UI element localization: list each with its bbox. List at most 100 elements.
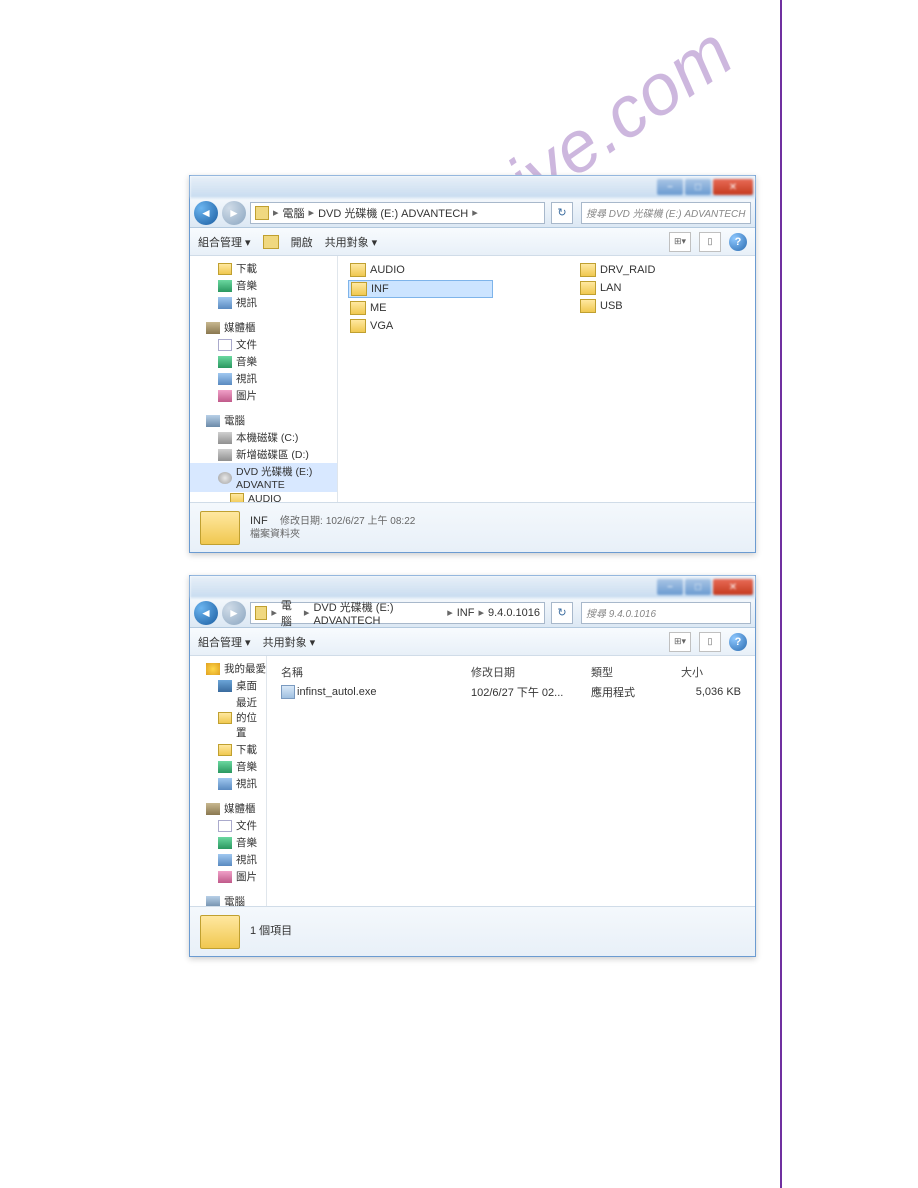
tree-item-computer[interactable]: 電腦: [190, 893, 266, 906]
folder-icon: [580, 281, 596, 295]
tree-item-libraries[interactable]: 媒體櫃: [190, 319, 337, 336]
file-row[interactable]: infinst_autol.exe 102/6/27 下午 02... 應用程式…: [277, 682, 745, 702]
maximize-button[interactable]: □: [685, 179, 711, 195]
organize-menu[interactable]: 組合管理 ▾: [198, 634, 251, 650]
search-input[interactable]: 搜尋 DVD 光碟機 (E:) ADVANTECH: [581, 202, 751, 224]
folder-icon: [255, 206, 269, 220]
tree-item-videos[interactable]: 視訊: [190, 775, 266, 792]
folder-item-me[interactable]: ME: [348, 300, 493, 316]
tree-item-computer[interactable]: 電腦: [190, 412, 337, 429]
breadcrumb-seg[interactable]: DVD 光碟機 (E:) ADVANTECH: [318, 205, 468, 221]
details-pane: 1 個項目: [190, 906, 755, 956]
breadcrumb[interactable]: ▸ 電腦 ▸ DVD 光碟機 (E:) ADVANTECH ▸: [250, 202, 545, 224]
share-menu[interactable]: 共用對象 ▾: [325, 234, 378, 250]
tree-item-downloads[interactable]: 下載: [190, 741, 266, 758]
tree-item-dvd[interactable]: DVD 光碟機 (E:) ADVANTE: [190, 463, 337, 492]
breadcrumb-seg[interactable]: 電腦: [281, 597, 300, 629]
video-icon: [218, 373, 232, 385]
chevron-right-icon: ▸: [304, 606, 310, 619]
tree-item-documents[interactable]: 文件: [190, 817, 266, 834]
help-icon[interactable]: ?: [729, 633, 747, 651]
tree-item-audio[interactable]: AUDIO: [190, 492, 337, 502]
open-button[interactable]: 開啟: [291, 234, 313, 250]
forward-button[interactable]: ►: [222, 601, 246, 625]
tree-item-favorites[interactable]: 我的最愛: [190, 660, 266, 677]
folder-item-vga[interactable]: VGA: [348, 318, 493, 334]
tree-item-pictures[interactable]: 圖片: [190, 387, 337, 404]
chevron-right-icon: ▸: [309, 206, 315, 219]
minimize-button[interactable]: −: [657, 579, 683, 595]
titlebar: − □ ✕: [190, 576, 755, 598]
folder-item-lan[interactable]: LAN: [578, 280, 723, 296]
folder-item-audio[interactable]: AUDIO: [348, 262, 493, 278]
maximize-button[interactable]: □: [685, 579, 711, 595]
close-button[interactable]: ✕: [713, 179, 753, 195]
tree-item-music[interactable]: 音樂: [190, 277, 337, 294]
tree-item-desktop[interactable]: 桌面: [190, 677, 266, 694]
organize-menu[interactable]: 組合管理 ▾: [198, 234, 251, 250]
folder-item-inf[interactable]: INF: [348, 280, 493, 298]
file-name: infinst_autol.exe: [297, 686, 377, 698]
tree-item-drive-d[interactable]: 新增磁碟區 (D:): [190, 446, 337, 463]
tree-item-downloads[interactable]: 下載: [190, 260, 337, 277]
breadcrumb-seg[interactable]: DVD 光碟機 (E:) ADVANTECH: [313, 599, 443, 627]
col-type[interactable]: 類型: [591, 664, 671, 680]
breadcrumb[interactable]: ▸ 電腦 ▸ DVD 光碟機 (E:) ADVANTECH ▸ INF ▸ 9.…: [250, 602, 545, 624]
file-type: 應用程式: [591, 684, 671, 700]
col-date[interactable]: 修改日期: [471, 664, 581, 680]
drive-icon: [218, 432, 232, 444]
tree-item-lib-music[interactable]: 音樂: [190, 353, 337, 370]
folder-item-drv-raid[interactable]: DRV_RAID: [578, 262, 723, 278]
preview-pane-button[interactable]: ▯: [699, 632, 721, 652]
col-size[interactable]: 大小: [681, 664, 741, 680]
column-headers: 名稱 修改日期 類型 大小: [277, 662, 745, 682]
breadcrumb-seg[interactable]: INF: [457, 607, 475, 619]
forward-button[interactable]: ►: [222, 201, 246, 225]
details-count: 1 個項目: [250, 925, 292, 937]
refresh-button[interactable]: ↻: [551, 602, 573, 624]
share-menu[interactable]: 共用對象 ▾: [263, 634, 316, 650]
view-button[interactable]: ⊞▾: [669, 632, 691, 652]
nav-bar: ◄ ► ▸ 電腦 ▸ DVD 光碟機 (E:) ADVANTECH ▸ INF …: [190, 598, 755, 628]
music-icon: [218, 761, 232, 773]
help-icon[interactable]: ?: [729, 233, 747, 251]
folder-icon: [230, 493, 244, 502]
details-name: INF: [250, 515, 268, 527]
close-button[interactable]: ✕: [713, 579, 753, 595]
picture-icon: [218, 871, 232, 883]
video-icon: [218, 854, 232, 866]
breadcrumb-seg[interactable]: 9.4.0.1016: [488, 607, 540, 619]
tree-item-pictures[interactable]: 圖片: [190, 868, 266, 885]
tree-item-music[interactable]: 音樂: [190, 758, 266, 775]
folder-icon: [218, 263, 232, 275]
folder-icon: [580, 263, 596, 277]
computer-icon: [206, 896, 220, 907]
tree-item-libraries[interactable]: 媒體櫃: [190, 800, 266, 817]
preview-pane-button[interactable]: ▯: [699, 232, 721, 252]
tree-item-lib-videos[interactable]: 視訊: [190, 370, 337, 387]
document-icon: [218, 820, 232, 832]
chevron-right-icon: ▸: [271, 606, 277, 619]
tree-item-videos[interactable]: 視訊: [190, 294, 337, 311]
back-button[interactable]: ◄: [194, 201, 218, 225]
star-icon: [206, 663, 220, 675]
page-divider: [780, 0, 782, 1188]
tree-item-documents[interactable]: 文件: [190, 336, 337, 353]
folder-item-usb[interactable]: USB: [578, 298, 723, 314]
view-button[interactable]: ⊞▾: [669, 232, 691, 252]
tree-item-drive-c[interactable]: 本機磁碟 (C:): [190, 429, 337, 446]
computer-icon: [206, 415, 220, 427]
back-button[interactable]: ◄: [194, 601, 218, 625]
search-input[interactable]: 搜尋 9.4.0.1016: [581, 602, 751, 624]
music-icon: [218, 837, 232, 849]
tree-item-lib-music[interactable]: 音樂: [190, 834, 266, 851]
explorer-window-2: − □ ✕ ◄ ► ▸ 電腦 ▸ DVD 光碟機 (E:) ADVANTECH …: [189, 575, 756, 957]
document-icon: [218, 339, 232, 351]
refresh-button[interactable]: ↻: [551, 202, 573, 224]
minimize-button[interactable]: −: [657, 179, 683, 195]
tree-item-lib-videos[interactable]: 視訊: [190, 851, 266, 868]
col-name[interactable]: 名稱: [281, 664, 461, 680]
drive-icon: [218, 449, 232, 461]
breadcrumb-seg[interactable]: 電腦: [283, 205, 305, 221]
tree-item-recent[interactable]: 最近的位置: [190, 694, 266, 741]
